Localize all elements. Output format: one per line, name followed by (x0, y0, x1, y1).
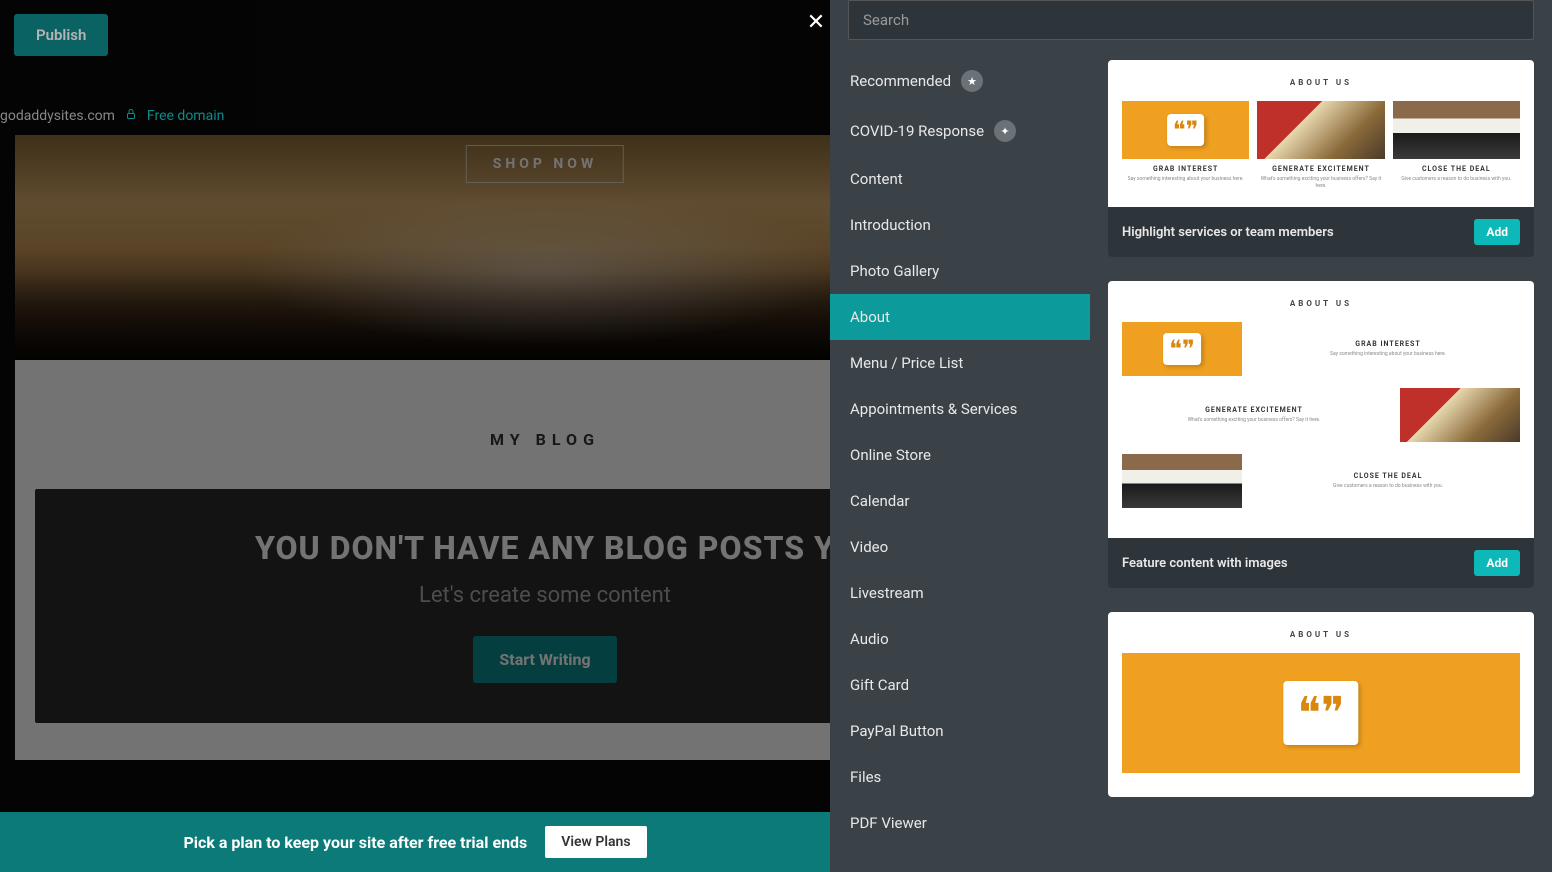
category-label: PDF Viewer (850, 814, 927, 832)
add-button[interactable]: Add (1474, 219, 1520, 245)
ribbon-icon: ✦ (994, 120, 1016, 142)
category-item[interactable]: PayPal Button (830, 708, 1090, 754)
typewriter-image (1122, 454, 1242, 508)
editor-canvas: SHOP NOW MY BLOG YOU DON'T HAVE ANY BLOG… (0, 0, 830, 872)
close-icon[interactable]: ✕ (804, 10, 828, 34)
trial-bar: Pick a plan to keep your site after free… (0, 812, 830, 872)
template-desc: Highlight services or team members (1122, 225, 1334, 240)
category-label: Menu / Price List (850, 354, 963, 372)
free-domain-link[interactable]: Free domain (147, 108, 224, 124)
category-item[interactable]: Appointments & Services (830, 386, 1090, 432)
category-item[interactable]: Calendar (830, 478, 1090, 524)
category-item[interactable]: Introduction (830, 202, 1090, 248)
category-label: Video (850, 538, 888, 556)
laptop-image (1257, 101, 1384, 159)
category-item[interactable]: Files (830, 754, 1090, 800)
trial-message: Pick a plan to keep your site after free… (183, 833, 527, 852)
template-card[interactable]: ABOUT US GRAB INTERESTSay something inte… (1108, 281, 1534, 588)
quote-icon (1122, 653, 1520, 773)
category-label: COVID-19 Response (850, 122, 984, 140)
category-item[interactable]: Online Store (830, 432, 1090, 478)
category-label: Files (850, 768, 881, 786)
category-item[interactable]: Video (830, 524, 1090, 570)
category-item[interactable]: PDF Viewer (830, 800, 1090, 846)
modal-overlay[interactable] (0, 0, 830, 872)
category-label: About (850, 308, 890, 326)
template-card[interactable]: ABOUT US (1108, 612, 1534, 797)
domain-bar: godaddysites.com Free domain (0, 108, 224, 124)
view-plans-button[interactable]: View Plans (545, 826, 646, 858)
category-item[interactable]: Audio (830, 616, 1090, 662)
category-list[interactable]: Recommended ★ COVID-19 Response ✦ Content Int… (830, 50, 1090, 872)
category-item[interactable]: COVID-19 Response ✦ (830, 106, 1090, 156)
category-item[interactable]: Gift Card (830, 662, 1090, 708)
template-preview: ABOUT US GRAB INTERESTSay something inte… (1108, 60, 1534, 207)
category-label: Appointments & Services (850, 400, 1017, 418)
search-input[interactable] (848, 0, 1534, 40)
publish-button[interactable]: Publish (14, 14, 108, 56)
category-item[interactable]: Recommended ★ (830, 56, 1090, 106)
template-preview: ABOUT US GRAB INTERESTSay something inte… (1108, 281, 1534, 538)
category-label: Gift Card (850, 676, 909, 694)
laptop-image (1400, 388, 1520, 442)
add-section-panel: Recommended ★ COVID-19 Response ✦ Content Int… (830, 0, 1552, 872)
category-label: Online Store (850, 446, 931, 464)
add-button[interactable]: Add (1474, 550, 1520, 576)
lock-icon (125, 108, 137, 124)
category-label: Photo Gallery (850, 262, 939, 280)
category-item[interactable]: About (830, 294, 1090, 340)
category-item[interactable]: Photo Gallery (830, 248, 1090, 294)
category-label: PayPal Button (850, 722, 944, 740)
category-label: Recommended (850, 72, 951, 90)
category-item[interactable]: Content (830, 156, 1090, 202)
category-label: Content (850, 170, 903, 188)
quote-icon (1122, 322, 1242, 376)
category-label: Livestream (850, 584, 924, 602)
template-preview: ABOUT US (1108, 612, 1534, 797)
category-label: Introduction (850, 216, 931, 234)
domain-text: godaddysites.com (0, 108, 115, 124)
category-label: Calendar (850, 492, 910, 510)
category-item[interactable]: Menu / Price List (830, 340, 1090, 386)
template-desc: Feature content with images (1122, 556, 1288, 571)
quote-icon (1122, 101, 1249, 159)
template-grid[interactable]: ABOUT US GRAB INTERESTSay something inte… (1090, 50, 1552, 872)
category-label: Audio (850, 630, 889, 648)
typewriter-image (1393, 101, 1520, 159)
template-card[interactable]: ABOUT US GRAB INTERESTSay something inte… (1108, 60, 1534, 257)
star-icon: ★ (961, 70, 983, 92)
category-item[interactable]: Livestream (830, 570, 1090, 616)
